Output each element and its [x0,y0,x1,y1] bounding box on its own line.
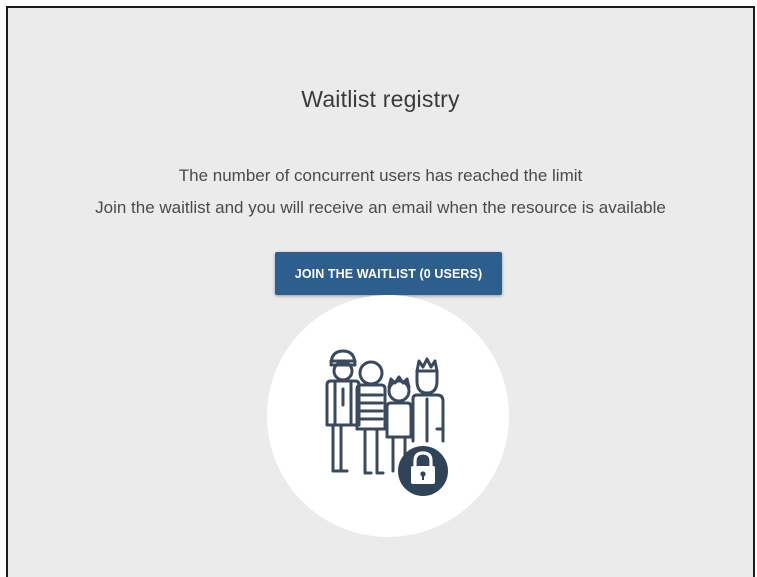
join-waitlist-button[interactable]: JOIN THE WAITLIST (0 USERS) [275,252,502,295]
waitlist-panel: Waitlist registry The number of concurre… [6,6,755,577]
page-title: Waitlist registry [301,86,460,112]
limit-message: The number of concurrent users has reach… [178,166,583,185]
waitlist-instruction: Join the waitlist and you will receive a… [95,198,666,217]
waitlist-illustration [267,295,509,537]
waiting-people-lock-icon [325,349,448,496]
